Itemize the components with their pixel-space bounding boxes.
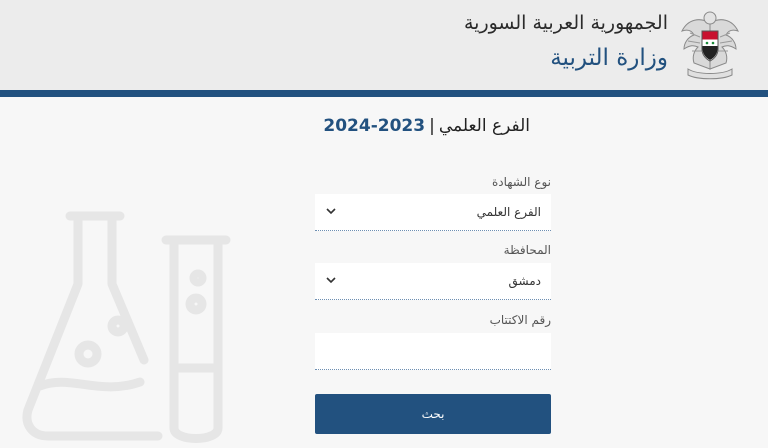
governorate-value: دمشق (508, 274, 541, 288)
seat-number-input[interactable] (315, 333, 551, 370)
form-title-branch: الفرع العلمي (438, 116, 530, 136)
form-title: الفرع العلمي|2023-2024 (323, 116, 530, 136)
form-title-separator: | (429, 116, 435, 136)
header-accent-band (0, 90, 768, 97)
certificate-type-select[interactable]: الفرع العلمي (315, 194, 551, 231)
lab-flask-test-tube-icon (22, 211, 231, 443)
syrian-eagle-emblem-icon (681, 11, 739, 80)
search-button[interactable]: بحث (315, 394, 551, 434)
certificate-type-value: الفرع العلمي (476, 205, 541, 219)
governorate-label: المحافظة (503, 243, 551, 257)
seat-number-label: رقم الاكتتاب (489, 313, 551, 327)
chevron-down-icon (326, 208, 336, 215)
form-title-year: 2023-2024 (323, 116, 426, 136)
governorate-select[interactable]: دمشق (315, 263, 551, 300)
ministry-name: وزارة التربية (550, 45, 668, 71)
country-name: الجمهورية العربية السورية (463, 12, 668, 34)
certificate-type-label: نوع الشهادة (491, 175, 551, 189)
page-header: الجمهورية العربية السورية وزارة التربية (0, 0, 768, 90)
chevron-down-icon (326, 277, 336, 284)
